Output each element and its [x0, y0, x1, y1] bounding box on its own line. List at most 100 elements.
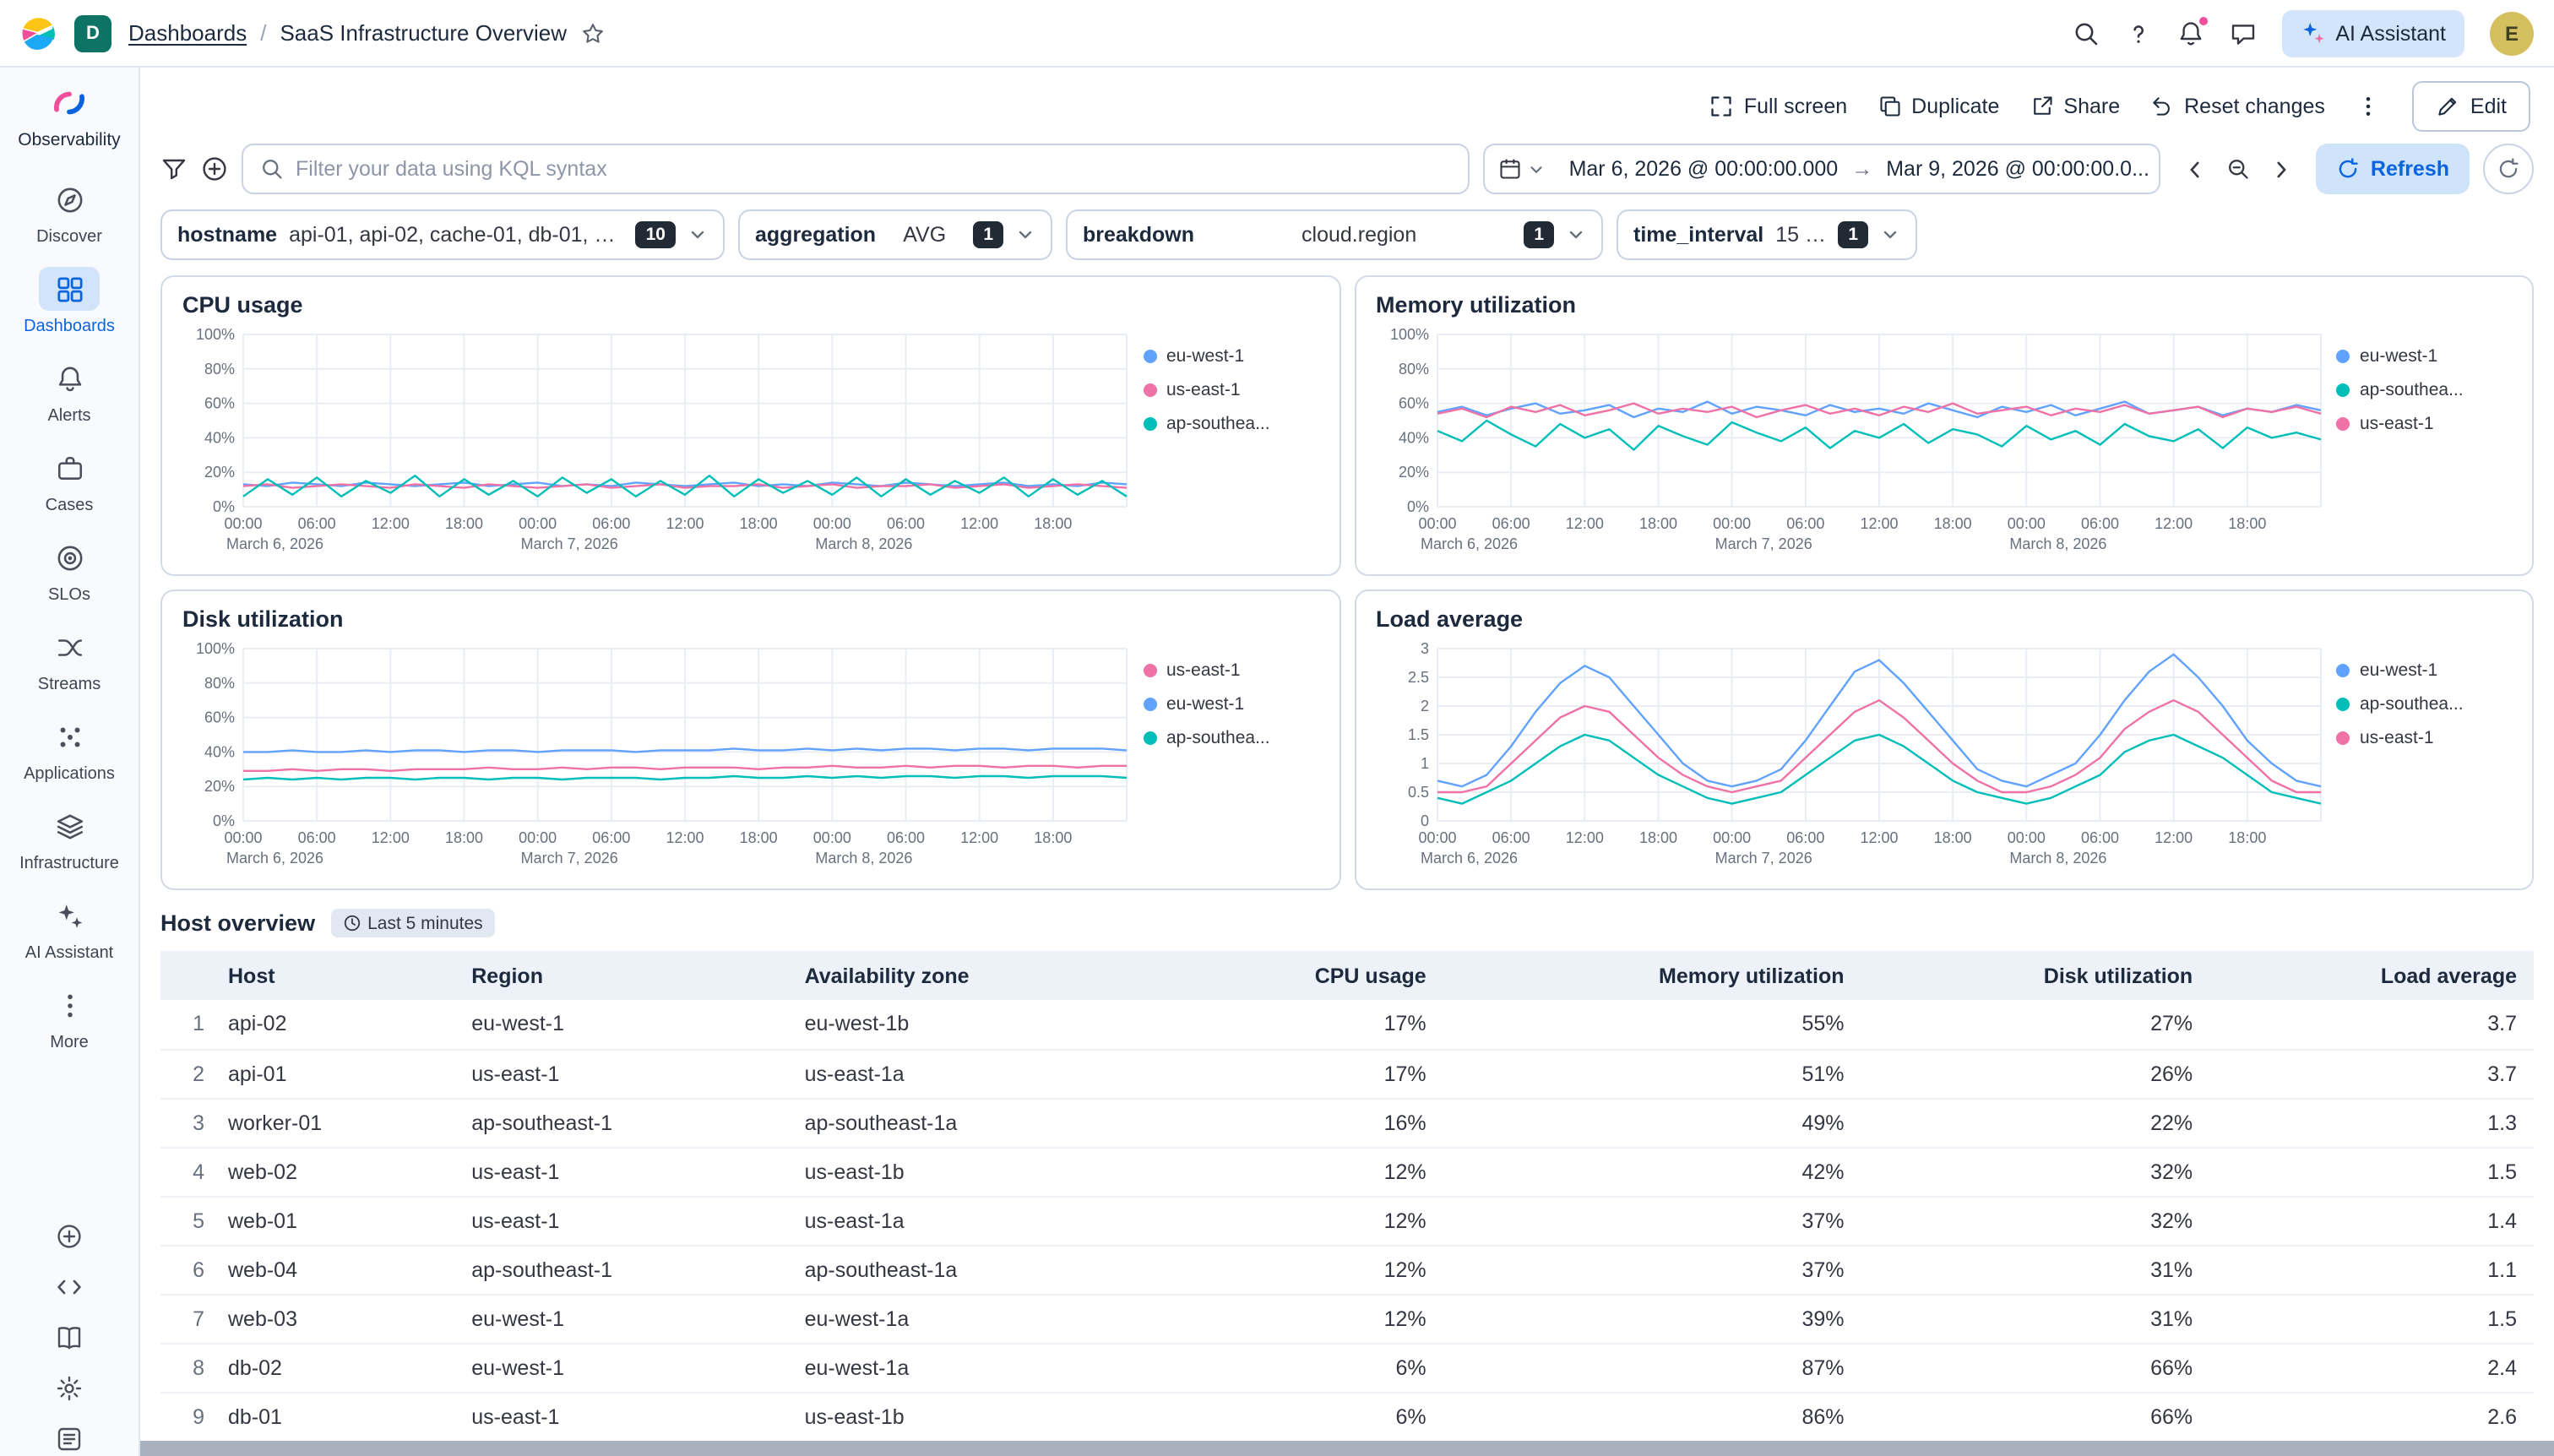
chart-title: Disk utilization — [182, 606, 1318, 632]
legend-dot — [2336, 698, 2350, 711]
control-time-interval[interactable]: time_interval15 minutes1 — [1617, 209, 1917, 260]
legend-item[interactable]: ap-southea... — [1143, 728, 1318, 748]
legend-item[interactable]: us-east-1 — [2336, 728, 2512, 748]
legend-item[interactable]: ap-southea... — [2336, 694, 2512, 714]
add-filter-plus-icon[interactable] — [201, 155, 228, 182]
control-aggregation[interactable]: aggregationAVG1 — [738, 209, 1052, 260]
sidebar-item-discover[interactable]: Discover — [0, 177, 139, 247]
duplicate-button[interactable]: Duplicate — [1877, 95, 1999, 118]
edit-button[interactable]: Edit — [2413, 81, 2530, 132]
legend-item[interactable]: eu-west-1 — [1143, 346, 1318, 367]
svg-text:00:00: 00:00 — [519, 515, 557, 532]
gear-icon[interactable] — [56, 1375, 83, 1402]
charts-grid: CPU usage0%20%40%60%80%100%00:0006:0012:… — [160, 275, 2534, 890]
svg-text:00:00: 00:00 — [1712, 515, 1750, 532]
time-forward-chevron-icon[interactable] — [2271, 158, 2293, 180]
cell-disk-utilization: 31% — [1861, 1294, 2210, 1343]
column-header-load-average[interactable]: Load average — [2209, 951, 2534, 1000]
time-back-chevron-icon[interactable] — [2185, 158, 2207, 180]
column-header-host[interactable]: Host — [211, 951, 454, 1000]
more-options-button[interactable] — [2356, 93, 2383, 120]
favorite-star-icon[interactable] — [580, 21, 604, 45]
control-hostname[interactable]: hostnameapi-01, api-02, cache-01, db-01,… — [160, 209, 725, 260]
cell-region: ap-southeast-1 — [454, 1098, 787, 1147]
date-range-picker: Mar 6, 2026 @ 00:00:00.000 → Mar 9, 2026… — [1483, 144, 2161, 194]
legend-item[interactable]: us-east-1 — [1143, 660, 1318, 681]
cell-load-average: 3.7 — [2209, 1049, 2534, 1098]
plus-circle-icon[interactable] — [56, 1223, 83, 1250]
chart-legend: eu-west-1 ap-southea... us-east-1 — [2336, 638, 2512, 883]
horizontal-scrollbar[interactable] — [140, 1441, 2554, 1456]
filter-icon[interactable] — [160, 155, 187, 182]
legend-item[interactable]: eu-west-1 — [1143, 694, 1318, 714]
legend-item[interactable]: us-east-1 — [2336, 414, 2512, 434]
chart-legend: eu-west-1 us-east-1 ap-southea... — [1143, 324, 1318, 569]
calendar-dropdown-button[interactable] — [1485, 157, 1559, 181]
space-badge[interactable]: D — [74, 14, 111, 52]
column-header-memory-utilization[interactable]: Memory utilization — [1443, 951, 1861, 1000]
column-header-region[interactable]: Region — [454, 951, 787, 1000]
user-avatar[interactable]: E — [2490, 11, 2534, 55]
reset-changes-button[interactable]: Reset changes — [2150, 95, 2325, 118]
legend-item[interactable]: eu-west-1 — [2336, 660, 2512, 681]
legend-dot — [1143, 417, 1156, 431]
start-date-button[interactable]: Mar 6, 2026 @ 00:00:00.000 — [1559, 157, 1849, 181]
observability-logo[interactable]: Observability — [18, 84, 120, 177]
cell-disk-utilization: 27% — [1861, 1000, 2210, 1049]
legend-item[interactable]: eu-west-1 — [2336, 346, 2512, 367]
elastic-logo-icon[interactable] — [20, 14, 57, 52]
svg-text:March 6, 2026: March 6, 2026 — [226, 535, 323, 552]
cell-load-average: 1.4 — [2209, 1196, 2534, 1245]
column-header-disk-utilization[interactable]: Disk utilization — [1861, 951, 2210, 1000]
share-button[interactable]: Share — [2030, 95, 2120, 118]
chart-area[interactable]: 00.511.522.5300:0006:0012:0018:0000:0006… — [1376, 638, 2336, 883]
cell-memory-utilization: 42% — [1443, 1147, 1861, 1196]
notification-dot — [2197, 14, 2209, 26]
sidebar-item-infrastructure[interactable]: Infrastructure — [0, 804, 139, 873]
sidebar: Observability Discover Dashboards Alerts Ca… — [0, 68, 140, 1456]
full-screen-button[interactable]: Full screen — [1710, 95, 1847, 118]
refresh-button[interactable]: Refresh — [2317, 144, 2470, 194]
chart-area[interactable]: 0%20%40%60%80%100%00:0006:0012:0018:0000… — [182, 324, 1143, 569]
sidebar-item-ai-assistant[interactable]: AI Assistant — [0, 894, 139, 963]
end-date-button[interactable]: Mar 9, 2026 @ 00:00:00.0... — [1876, 157, 2160, 181]
sidebar-item-more[interactable]: More — [0, 983, 139, 1052]
feedback-chat-icon[interactable] — [2229, 19, 2256, 46]
legend-dot — [2336, 731, 2350, 745]
chart-area[interactable]: 0%20%40%60%80%100%00:0006:0012:0018:0000… — [182, 638, 1143, 883]
chevron-down-icon — [1527, 160, 1546, 178]
sidebar-item-alerts[interactable]: Alerts — [0, 356, 139, 426]
book-icon[interactable] — [56, 1324, 83, 1351]
column-header-availability-zone[interactable]: Availability zone — [788, 951, 1166, 1000]
cell-load-average: 1.1 — [2209, 1245, 2534, 1294]
notifications-bell-icon[interactable] — [2176, 19, 2204, 46]
sidebar-item-applications[interactable]: Applications — [0, 714, 139, 784]
ai-assistant-button[interactable]: AI Assistant — [2281, 9, 2464, 57]
feedback-icon[interactable] — [56, 1426, 83, 1453]
breadcrumb-dashboards-link[interactable]: Dashboards — [128, 20, 247, 46]
chart-area[interactable]: 0%20%40%60%80%100%00:0006:0012:0018:0000… — [1376, 324, 2336, 569]
main-content: Full screen Duplicate Share Reset changes Ed… — [140, 68, 2554, 1456]
top-header: D Dashboards / SaaS Infrastructure Overv… — [0, 0, 2554, 68]
toolbar-action-label: Share — [2063, 95, 2120, 118]
code-icon[interactable] — [56, 1274, 83, 1301]
auto-refresh-button[interactable] — [2483, 144, 2534, 194]
search-icon[interactable] — [2072, 19, 2099, 46]
control-breakdown[interactable]: breakdowncloud.region1 — [1066, 209, 1603, 260]
chart-panel-memory-utilization: Memory utilization0%20%40%60%80%100%00:0… — [1354, 275, 2534, 576]
sidebar-item-streams[interactable]: Streams — [0, 625, 139, 694]
legend-item[interactable]: ap-southea... — [1143, 414, 1318, 434]
kql-filter-input[interactable] — [296, 157, 1451, 181]
row-number: 7 — [160, 1294, 211, 1343]
legend-item[interactable]: ap-southea... — [2336, 380, 2512, 400]
legend-item[interactable]: us-east-1 — [1143, 380, 1318, 400]
sidebar-item-slos[interactable]: SLOs — [0, 535, 139, 605]
sidebar-item-dashboards[interactable]: Dashboards — [0, 267, 139, 336]
zoom-out-time-icon[interactable] — [2227, 157, 2251, 181]
sidebar-item-cases[interactable]: Cases — [0, 446, 139, 515]
column-header-cpu-usage[interactable]: CPU usage — [1166, 951, 1443, 1000]
help-icon[interactable] — [2124, 19, 2151, 46]
cell-host: api-01 — [211, 1049, 454, 1098]
cell-region: us-east-1 — [454, 1049, 787, 1098]
cell-availability-zone: us-east-1b — [788, 1147, 1166, 1196]
